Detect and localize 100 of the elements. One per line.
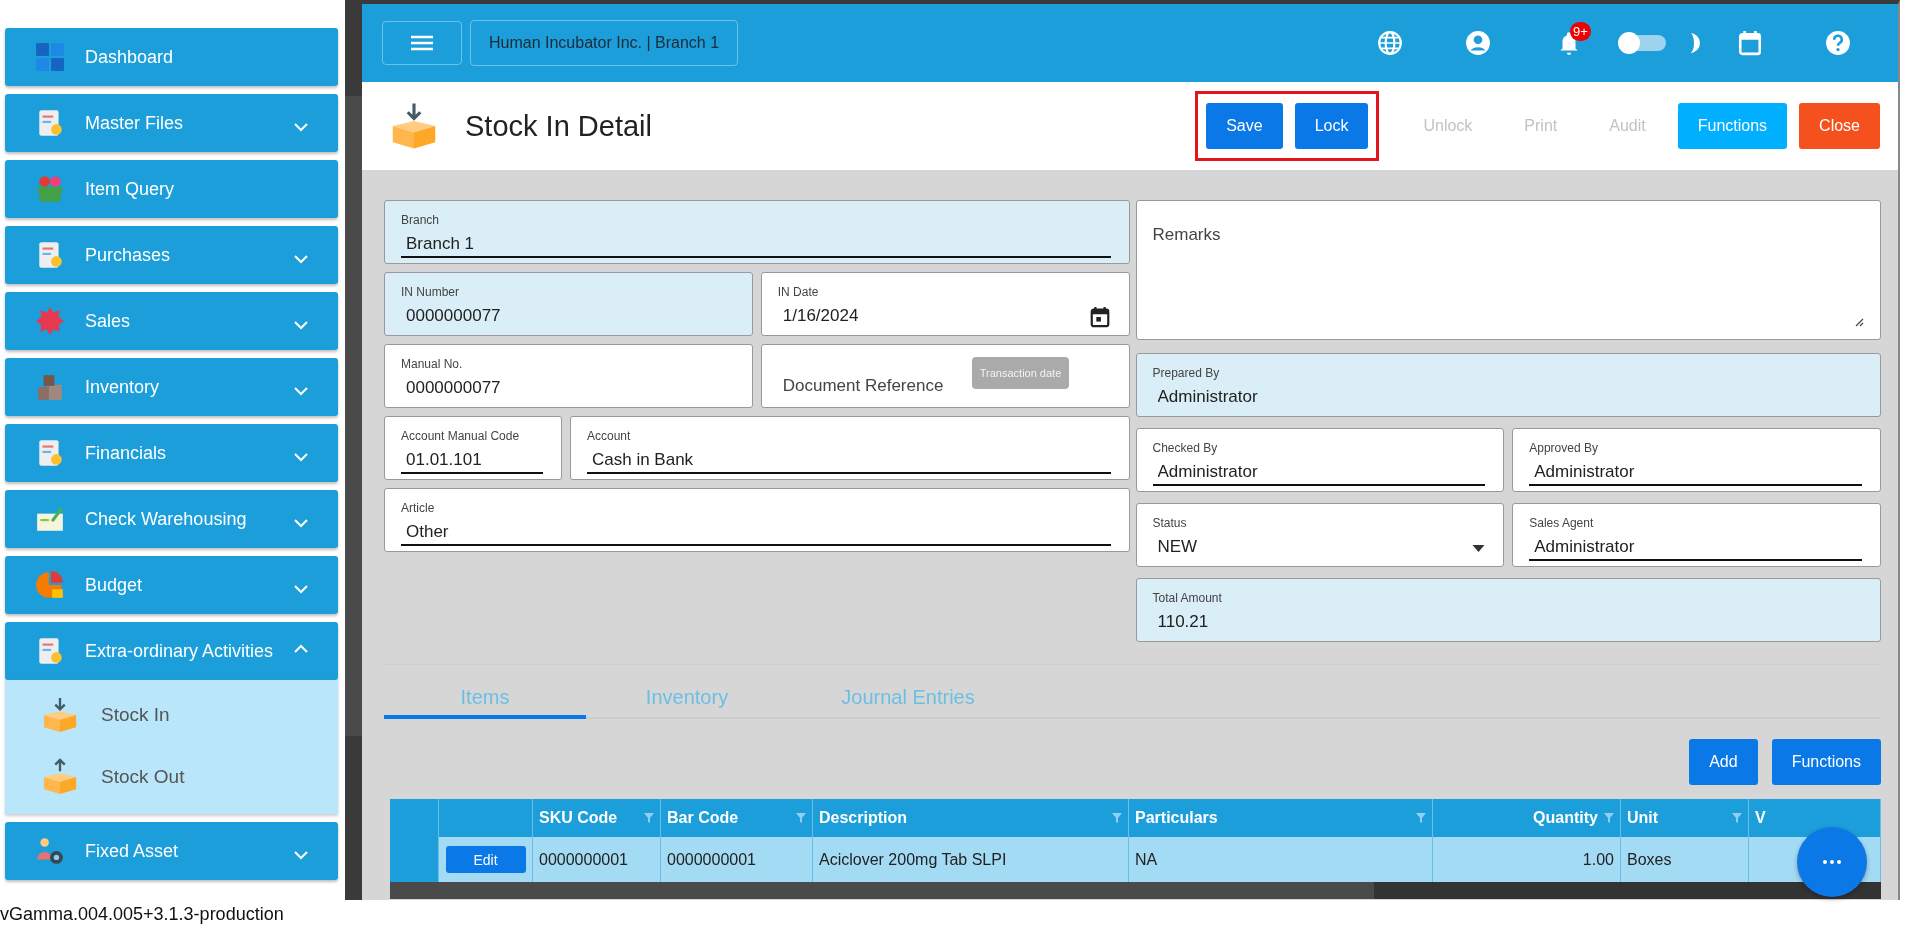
filter-icon[interactable]	[1416, 813, 1426, 823]
field-label: Article	[401, 501, 436, 515]
person-gear-icon	[35, 836, 65, 866]
filter-icon[interactable]	[1732, 813, 1742, 823]
action-button[interactable]: Functions	[1677, 103, 1788, 149]
column-header[interactable]: Bar Code	[667, 809, 739, 826]
form-field[interactable]: Approved By Administrator	[1512, 428, 1881, 492]
status-dropdown[interactable]: NEW	[1152, 535, 1463, 561]
form-field[interactable]: Article Other	[384, 488, 1130, 552]
filter-icon[interactable]	[1604, 813, 1614, 823]
form-field[interactable]: Account Manual Code 01.01.101	[384, 416, 562, 480]
sidebar-item[interactable]: Extra-ordinary Activities	[5, 622, 338, 680]
chevron-icon	[294, 320, 308, 330]
horizontal-scrollbar[interactable]	[390, 882, 1881, 899]
help-icon[interactable]	[1825, 30, 1851, 56]
company-label[interactable]: Human Incubator Inc. | Branch 1	[470, 20, 739, 66]
column-header[interactable]: SKU Code	[539, 809, 618, 826]
table-action-button[interactable]: Add	[1689, 739, 1758, 785]
dark-mode-toggle[interactable]	[1620, 35, 1666, 51]
input-field[interactable]: Administrator	[1529, 535, 1862, 561]
more-icon	[1822, 860, 1842, 864]
action-button[interactable]: Close	[1799, 103, 1880, 149]
input-field[interactable]: Other	[401, 520, 1111, 546]
input-field[interactable]: Branch 1	[401, 232, 1111, 258]
resize-handle-icon	[1854, 317, 1864, 327]
user-icon[interactable]	[1465, 30, 1491, 56]
column-header[interactable]: V	[1755, 809, 1766, 826]
pie-chart-icon	[35, 570, 65, 600]
input-field[interactable]: Cash in Bank	[587, 448, 1111, 474]
sidebar-item[interactable]: Master Files	[5, 94, 338, 152]
sidebar-item[interactable]: Dashboard	[5, 28, 338, 86]
field-label: Branch	[401, 213, 441, 227]
field-label: Prepared By	[1152, 366, 1221, 380]
chevron-icon	[294, 122, 308, 132]
filter-icon[interactable]	[1112, 813, 1122, 823]
edit-button[interactable]: Edit	[445, 846, 526, 873]
version-label: vGamma.004.005+3.1.3-production	[0, 904, 284, 925]
sidebar-item[interactable]: Financials	[5, 424, 338, 482]
grid-icon	[35, 42, 65, 72]
field-label: Account	[587, 429, 632, 443]
sidebar-item[interactable]: Purchases	[5, 226, 338, 284]
basket-icon	[35, 174, 65, 204]
chevron-icon	[294, 518, 308, 528]
menu-icon	[411, 35, 433, 51]
chevron-icon	[294, 850, 308, 860]
form-field[interactable]: Branch Branch 1	[384, 200, 1130, 264]
column-header[interactable]: Particulars	[1135, 809, 1218, 826]
input-field[interactable]: Administrator	[1529, 460, 1862, 486]
date-field[interactable]: 1/16/2024	[777, 304, 1079, 330]
sidebar-item[interactable]: Budget	[5, 556, 338, 614]
table-action-button[interactable]: Functions	[1771, 739, 1881, 785]
globe-icon[interactable]	[1377, 30, 1403, 56]
input-field[interactable]: Administrator	[1152, 385, 1862, 411]
sidebar-item[interactable]: Inventory	[5, 358, 338, 416]
chevron-icon	[294, 452, 308, 462]
sidebar-item[interactable]: Item Query	[5, 160, 338, 218]
input-field[interactable]: 01.01.101	[401, 448, 543, 474]
column-header[interactable]: Description	[819, 809, 907, 826]
filter-icon[interactable]	[796, 813, 806, 823]
field-label: Manual No.	[401, 357, 464, 371]
boxes-icon	[35, 372, 65, 402]
form-field[interactable]: Sales Agent Administrator	[1512, 503, 1881, 567]
input-field[interactable]: Administrator	[1152, 460, 1486, 486]
column-header[interactable]: Unit	[1627, 809, 1659, 826]
dropdown-field[interactable]: Status NEW	[1135, 503, 1505, 567]
input-field[interactable]: 110.21	[1152, 610, 1862, 636]
field-label: Status	[1152, 516, 1188, 530]
form-field[interactable]: Account Cash in Bank	[570, 416, 1130, 480]
form-field[interactable]: Prepared By Administrator	[1135, 353, 1881, 417]
scrollbar[interactable]	[345, 0, 362, 900]
column-header[interactable]: Quantity	[1533, 809, 1598, 826]
sidebar-item[interactable]: Check Warehousing	[5, 490, 338, 548]
form-field[interactable]: Manual No. 0000000077	[384, 344, 753, 408]
form-field[interactable]: Total Amount 110.21	[1135, 578, 1881, 642]
menu-button[interactable]	[382, 21, 462, 65]
caret-icon	[1472, 544, 1486, 552]
form-field[interactable]: IN Number 0000000077	[384, 272, 753, 336]
action-button[interactable]: Save	[1206, 103, 1283, 149]
notification-badge: 9+	[1570, 22, 1591, 41]
form-field[interactable]: IN Date 1/16/2024	[760, 272, 1130, 336]
submenu-item[interactable]: Stock In	[41, 694, 338, 736]
sidebar-item[interactable]: Fixed Asset	[5, 822, 338, 880]
form-field[interactable]: Checked By Administrator	[1135, 428, 1505, 492]
action-button[interactable]: Lock	[1294, 103, 1369, 149]
chevron-icon	[294, 386, 308, 396]
sale-badge-icon	[35, 306, 65, 336]
chevron-icon	[294, 254, 308, 264]
sidebar-item[interactable]: Sales	[5, 292, 338, 350]
field-label: Approved By	[1529, 441, 1599, 455]
input-field[interactable]: 0000000077	[401, 304, 734, 330]
chevron-icon	[294, 643, 308, 653]
input-field[interactable]: 0000000077	[401, 376, 734, 402]
calendar-icon[interactable]	[1088, 306, 1111, 328]
submenu-item[interactable]: Stock Out	[41, 756, 338, 798]
field-label: IN Date	[777, 285, 820, 299]
filter-icon[interactable]	[644, 813, 654, 823]
row-selector-cell[interactable]	[390, 837, 439, 882]
field-label: Sales Agent	[1529, 516, 1595, 530]
field-label: IN Number	[401, 285, 460, 299]
box-arrow-up-icon	[41, 757, 79, 797]
